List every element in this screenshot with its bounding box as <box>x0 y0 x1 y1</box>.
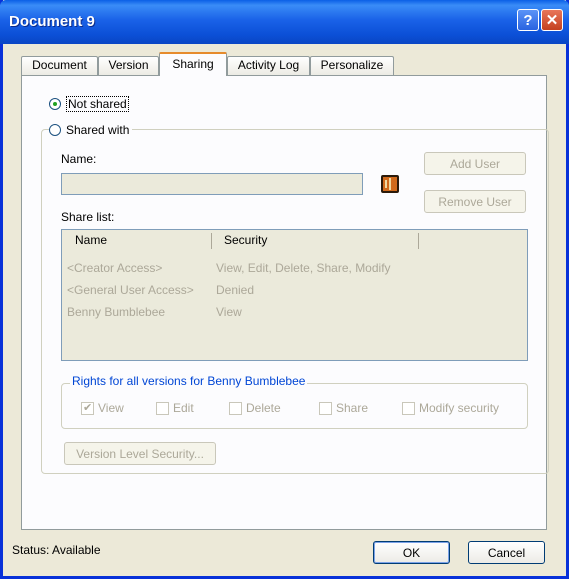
view-checkbox[interactable]: View <box>81 401 124 415</box>
checkbox-icon <box>402 401 415 415</box>
view-label: View <box>98 401 124 415</box>
help-icon: ? <box>523 11 533 29</box>
tab-personalize[interactable]: Personalize <box>310 56 394 75</box>
share-label: Share <box>336 401 369 415</box>
delete-label: Delete <box>246 401 281 415</box>
row-name: <Creator Access> <box>67 261 163 275</box>
share-list-header: Name Security <box>62 230 527 252</box>
row-security: Denied <box>216 283 255 297</box>
modify-security-label: Modify security <box>419 401 500 415</box>
delete-checkbox[interactable]: Delete <box>229 401 281 415</box>
column-separator[interactable] <box>211 233 212 249</box>
close-button[interactable]: ✕ <box>541 9 563 31</box>
tab-activity-log[interactable]: Activity Log <box>227 56 310 75</box>
dialog-window: Document 9 ? ✕ Document Version Sharing … <box>0 0 569 579</box>
not-shared-label: Not shared <box>66 96 129 112</box>
rights-group-title: Rights for all versions for Benny Bumble… <box>70 374 308 388</box>
shared-with-label: Shared with <box>66 123 130 137</box>
tab-sharing[interactable]: Sharing <box>159 52 227 76</box>
shared-with-radio[interactable]: Shared with <box>49 123 133 137</box>
share-list[interactable]: Name Security <Creator Access> View, Edi… <box>61 229 528 361</box>
cancel-button[interactable]: Cancel <box>468 541 545 564</box>
address-book-icon[interactable] <box>381 175 399 193</box>
checkbox-checked-icon <box>81 401 94 415</box>
column-separator[interactable] <box>418 233 419 249</box>
remove-user-button[interactable]: Remove User <box>424 190 526 213</box>
radio-selected-icon <box>49 98 61 110</box>
radio-unselected-icon <box>49 124 61 136</box>
tab-version[interactable]: Version <box>98 56 159 75</box>
version-level-security-button[interactable]: Version Level Security... <box>64 442 216 465</box>
title-bar[interactable]: Document 9 ? ✕ <box>0 0 569 44</box>
checkbox-icon <box>156 401 169 415</box>
help-button[interactable]: ? <box>517 9 539 31</box>
checkbox-icon <box>229 401 242 415</box>
ok-button[interactable]: OK <box>373 541 450 564</box>
name-label: Name: <box>61 152 97 166</box>
row-name: Benny Bumblebee <box>67 305 166 319</box>
row-security: View, Edit, Delete, Share, Modify <box>216 261 391 275</box>
add-user-button[interactable]: Add User <box>424 152 526 175</box>
checkbox-icon <box>319 401 332 415</box>
edit-checkbox[interactable]: Edit <box>156 401 194 415</box>
close-icon: ✕ <box>545 12 559 29</box>
window-title: Document 9 <box>9 13 95 30</box>
modify-security-checkbox[interactable]: Modify security <box>402 401 499 415</box>
share-checkbox[interactable]: Share <box>319 401 368 415</box>
not-shared-radio[interactable]: Not shared <box>49 96 132 112</box>
name-input[interactable] <box>61 173 363 195</box>
edit-label: Edit <box>173 401 194 415</box>
share-list-label: Share list: <box>61 210 115 224</box>
sharing-panel: Not shared Shared with Name: Add User Re… <box>21 75 549 530</box>
tab-document[interactable]: Document <box>21 56 98 75</box>
row-security: View <box>216 305 242 319</box>
column-header-name[interactable]: Name <box>75 233 107 247</box>
status-text: Status: Available <box>12 543 101 557</box>
column-header-security[interactable]: Security <box>224 233 267 247</box>
row-name: <General User Access> <box>67 283 194 297</box>
